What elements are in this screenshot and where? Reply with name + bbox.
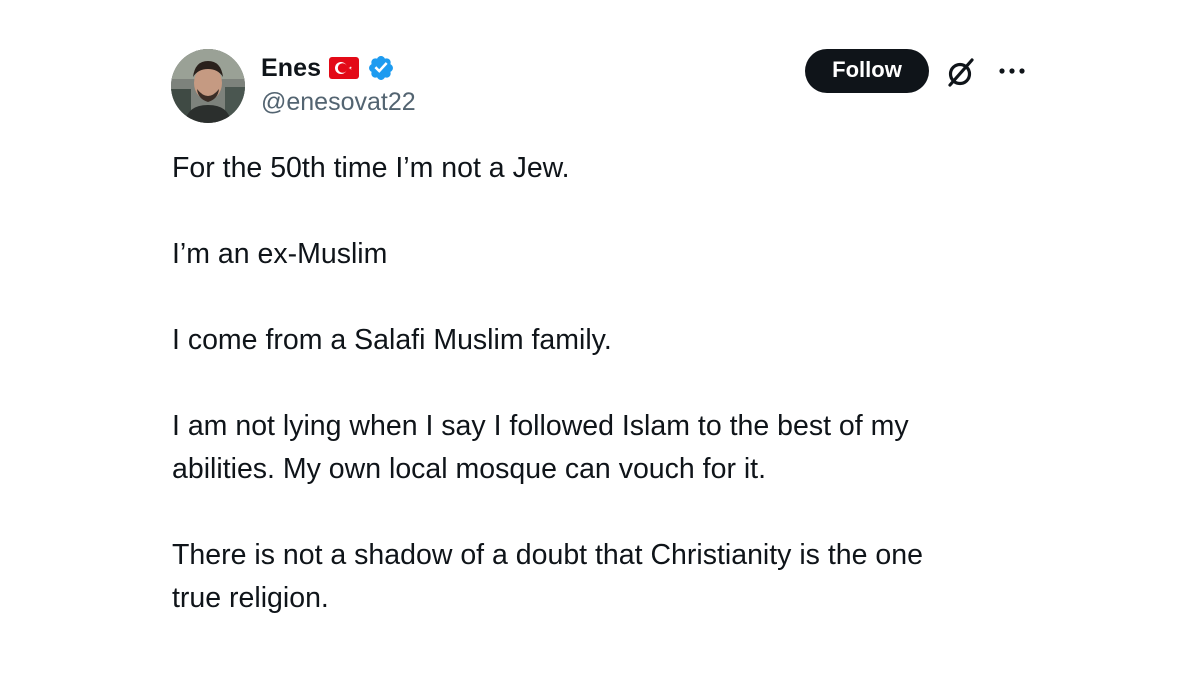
verified-badge-icon — [367, 54, 395, 82]
post-paragraph: For the 50th time I’m not a Jew. — [172, 152, 570, 184]
post-text: For the 50th time I’m not a Jew. I’m an … — [172, 147, 1052, 663]
avatar[interactable] — [171, 49, 245, 123]
display-name[interactable]: Enes — [261, 54, 321, 83]
tweet-card: Enes @enesovat22 Follow For the 50th tim… — [0, 0, 1200, 675]
author-handle[interactable]: @enesovat22 — [261, 88, 416, 117]
author-name-row: Enes — [261, 51, 395, 85]
more-options-icon[interactable] — [996, 63, 1028, 79]
post-paragraph: I am not lying when I say I followed Isl… — [172, 410, 909, 485]
post-paragraph: There is not a shadow of a doubt that Ch… — [172, 539, 923, 614]
post-paragraph: I’m an ex-Muslim — [172, 238, 388, 270]
turkey-flag-icon — [329, 57, 360, 79]
follow-button[interactable]: Follow — [805, 49, 929, 93]
grok-icon[interactable] — [943, 55, 979, 91]
post-paragraph: I come from a Salafi Muslim family. — [172, 324, 612, 356]
